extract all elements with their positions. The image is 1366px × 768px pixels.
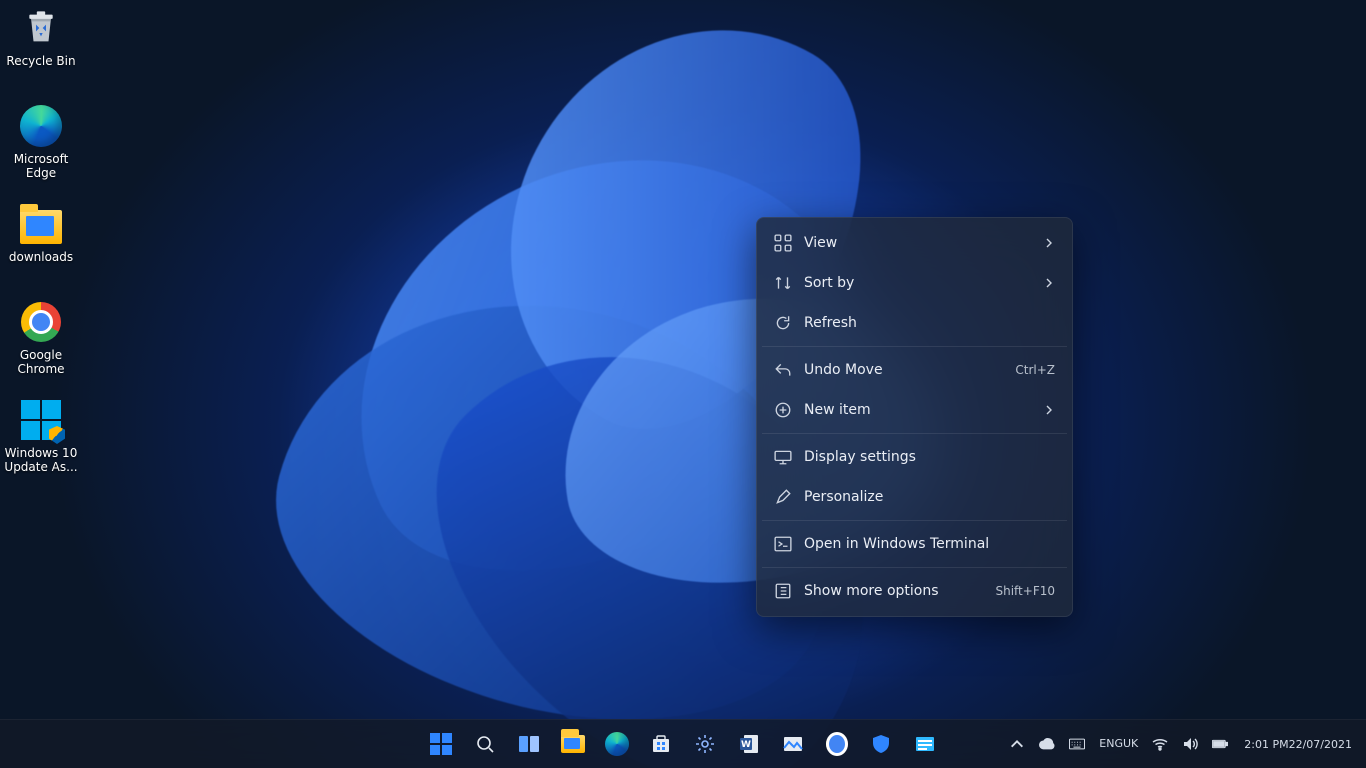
system-tray: ENG UK 2:01 PM 22/07/2021 [1003, 720, 1360, 768]
svg-text:W: W [741, 740, 751, 750]
undo-icon [774, 361, 792, 379]
menu-shortcut: Ctrl+Z [1015, 363, 1055, 377]
refresh-icon [774, 314, 792, 332]
menu-item-sort-by[interactable]: Sort by [762, 263, 1067, 303]
mail-icon [914, 733, 936, 755]
snipping-tool-button[interactable] [773, 724, 813, 764]
menu-label: Sort by [804, 275, 1043, 291]
lang-secondary: UK [1123, 738, 1138, 750]
edge-button[interactable] [597, 724, 637, 764]
display-icon [774, 448, 792, 466]
tray-language-button[interactable]: ENG UK [1093, 724, 1144, 764]
store-icon [650, 733, 672, 755]
menu-item-new-item[interactable]: New item [762, 390, 1067, 430]
menu-label: Open in Windows Terminal [804, 536, 1055, 552]
clock-time: 2:01 PM [1244, 738, 1288, 751]
tray-input-indicator[interactable] [1063, 724, 1091, 764]
menu-item-personalize[interactable]: Personalize [762, 477, 1067, 517]
desktop-icon-recycle-bin[interactable]: Recycle Bin [4, 6, 78, 96]
new-icon [774, 401, 792, 419]
brush-icon [774, 488, 792, 506]
menu-label: Display settings [804, 449, 1055, 465]
menu-item-show-more-options[interactable]: Show more options Shift+F10 [762, 571, 1067, 611]
start-button[interactable] [421, 724, 461, 764]
menu-shortcut: Shift+F10 [995, 584, 1055, 598]
taskbar-center-pins: W [421, 724, 945, 764]
volume-icon [1182, 736, 1198, 752]
tray-wifi[interactable] [1146, 724, 1174, 764]
tray-overflow-button[interactable] [1003, 724, 1031, 764]
clock-date: 22/07/2021 [1289, 738, 1352, 751]
wifi-icon [1152, 736, 1168, 752]
icon-label: Google Chrome [4, 348, 78, 376]
settings-button[interactable] [685, 724, 725, 764]
tray-onedrive[interactable] [1033, 724, 1061, 764]
keyboard-icon [1069, 736, 1085, 752]
task-view-icon [518, 733, 540, 755]
menu-label: Undo Move [804, 362, 1015, 378]
desktop-context-menu[interactable]: View Sort by Refresh Undo Move Ctrl+Z Ne… [756, 217, 1073, 617]
menu-label: View [804, 235, 1043, 251]
edge-icon [605, 732, 629, 756]
folder-icon [561, 735, 585, 753]
menu-item-display-settings[interactable]: Display settings [762, 437, 1067, 477]
desktop-icon-win10-update[interactable]: Windows 10 Update As... [4, 398, 78, 488]
menu-item-undo-move[interactable]: Undo Move Ctrl+Z [762, 350, 1067, 390]
edge-icon [19, 104, 63, 148]
chrome-icon [826, 733, 848, 755]
folder-icon [19, 202, 63, 246]
battery-icon [1212, 736, 1228, 752]
icon-label: downloads [9, 250, 73, 264]
shield-icon [870, 733, 892, 755]
file-explorer-button[interactable] [553, 724, 593, 764]
icon-label: Recycle Bin [6, 54, 75, 68]
desktop-icon-edge[interactable]: Microsoft Edge [4, 104, 78, 194]
task-view-button[interactable] [509, 724, 549, 764]
tray-battery[interactable] [1206, 724, 1234, 764]
terminal-icon [774, 535, 792, 553]
more-options-icon [774, 582, 792, 600]
menu-label: Personalize [804, 489, 1055, 505]
desktop-icon-chrome[interactable]: Google Chrome [4, 300, 78, 390]
cloud-icon [1039, 736, 1055, 752]
desktop-icon-downloads[interactable]: downloads [4, 202, 78, 292]
word-icon: W [738, 733, 760, 755]
icon-label: Microsoft Edge [4, 152, 78, 180]
grid-icon [774, 234, 792, 252]
menu-separator [762, 433, 1067, 434]
menu-separator [762, 567, 1067, 568]
menu-label: New item [804, 402, 1043, 418]
chrome-button[interactable] [817, 724, 857, 764]
windows-start-icon [430, 733, 452, 755]
recycle-bin-icon [19, 6, 63, 50]
menu-separator [762, 520, 1067, 521]
lang-primary: ENG [1099, 738, 1123, 750]
chevron-right-icon [1043, 237, 1055, 249]
tray-volume[interactable] [1176, 724, 1204, 764]
chevron-right-icon [1043, 277, 1055, 289]
menu-item-open-terminal[interactable]: Open in Windows Terminal [762, 524, 1067, 564]
menu-separator [762, 346, 1067, 347]
mail-button[interactable] [905, 724, 945, 764]
desktop[interactable]: Recycle Bin Microsoft Edge downloads Goo… [0, 0, 1366, 768]
tray-clock[interactable]: 2:01 PM 22/07/2021 [1236, 724, 1360, 764]
gear-icon [694, 733, 716, 755]
search-icon [475, 734, 495, 754]
word-button[interactable]: W [729, 724, 769, 764]
windows-update-icon [19, 398, 63, 442]
chevron-up-icon [1009, 736, 1025, 752]
chrome-icon [19, 300, 63, 344]
search-button[interactable] [465, 724, 505, 764]
menu-label: Show more options [804, 583, 995, 599]
microsoft-store-button[interactable] [641, 724, 681, 764]
menu-label: Refresh [804, 315, 1055, 331]
icon-label: Windows 10 Update As... [4, 446, 78, 474]
taskbar[interactable]: W ENG UK 2:01 PM 22/07/2021 [0, 719, 1366, 768]
sort-icon [774, 274, 792, 292]
menu-item-view[interactable]: View [762, 223, 1067, 263]
menu-item-refresh[interactable]: Refresh [762, 303, 1067, 343]
windows-security-button[interactable] [861, 724, 901, 764]
snip-icon [782, 733, 804, 755]
chevron-right-icon [1043, 404, 1055, 416]
